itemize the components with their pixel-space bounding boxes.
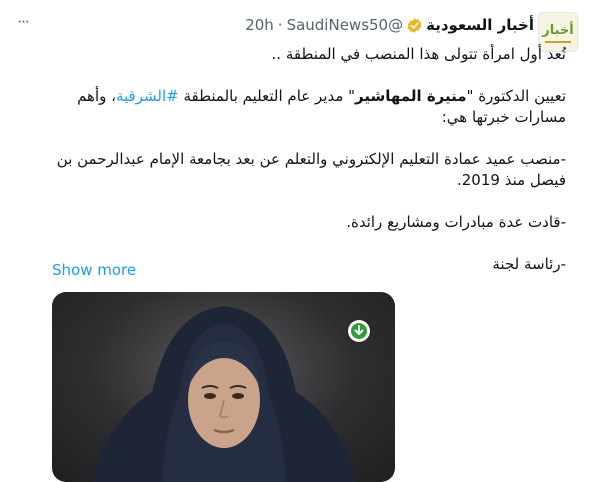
avatar-logo-text: أخبار xyxy=(542,23,574,38)
tweet[interactable]: ··· أخبار السعودية @SaudiNews50 · 20h أخ… xyxy=(0,0,590,482)
show-more-link[interactable]: Show more xyxy=(52,261,136,279)
tweet-header: أخبار السعودية @SaudiNews50 · 20h xyxy=(245,16,534,34)
author-name[interactable]: أخبار السعودية xyxy=(426,16,534,34)
separator-dot: · xyxy=(277,16,283,34)
tweet-paragraph-2: تعيين الدكتورة "منيرة المهاشير" مدير عام… xyxy=(46,86,566,128)
timestamp[interactable]: 20h xyxy=(245,16,274,34)
text-segment: " مدير عام التعليم بالمنطقة xyxy=(178,87,356,105)
tweet-text: تُعد أول امرأة تتولى هذا المنصب في المنط… xyxy=(46,44,566,275)
author-handle[interactable]: @SaudiNews50 xyxy=(287,16,404,34)
more-options-icon[interactable]: ··· xyxy=(12,12,34,34)
download-arrow-icon[interactable] xyxy=(348,320,370,342)
tweet-image[interactable] xyxy=(52,292,395,482)
text-segment: تعيين الدكتورة " xyxy=(466,87,566,105)
portrait-photo xyxy=(92,306,356,482)
verified-badge-icon xyxy=(407,17,422,33)
avatar-logo-bar xyxy=(545,41,571,43)
tweet-paragraph-3: -منصب عميد عمادة التعليم الإلكتروني والت… xyxy=(56,150,566,189)
person-name: منيرة المهاشير xyxy=(355,87,467,105)
hashtag-link[interactable]: #الشرقية xyxy=(116,87,179,105)
tweet-line-1: تُعد أول امرأة تتولى هذا المنصب في المنط… xyxy=(271,45,566,63)
tweet-paragraph-4: -قادت عدة مبادرات ومشاريع رائدة. xyxy=(346,213,566,231)
